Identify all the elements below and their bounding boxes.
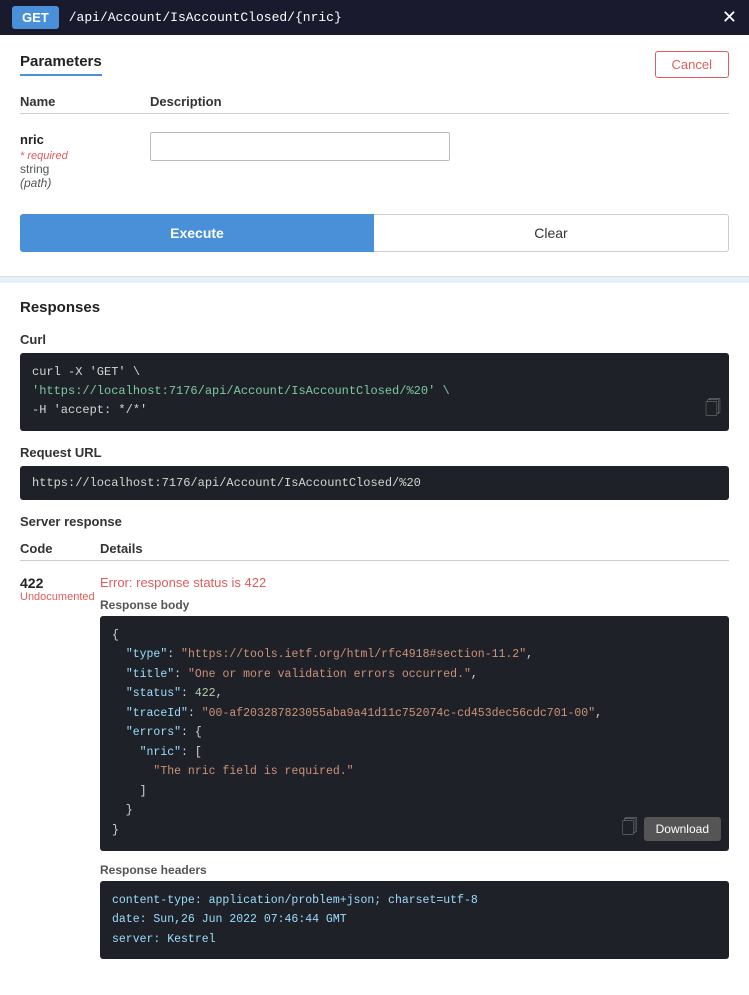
curl-line1: curl -X 'GET' \: [32, 365, 140, 379]
response-body-actions: 🗍 Download: [622, 815, 721, 842]
response-headers-label: Response headers: [100, 863, 729, 877]
execute-button[interactable]: Execute: [20, 214, 374, 252]
parameters-panel: Parameters Cancel Name Description nric …: [0, 35, 749, 277]
json-nric-value: "The nric field is required.": [112, 765, 354, 778]
json-errors-close: }: [112, 804, 133, 817]
download-button[interactable]: Download: [644, 817, 721, 841]
col-code-header: Code: [20, 541, 100, 556]
json-traceid-key: "traceId": "00-af203287823055aba9a41d11c…: [112, 707, 602, 720]
col-description-header: Description: [150, 94, 729, 109]
curl-copy-icon[interactable]: 🗍: [705, 397, 721, 423]
response-row-422: 422 Undocumented Error: response status …: [20, 569, 729, 966]
header-left: GET /api/Account/IsAccountClosed/{nric}: [12, 6, 342, 29]
col-details-header: Details: [100, 541, 729, 556]
json-close-brace: }: [112, 824, 119, 837]
response-details-block: Error: response status is 422 Response b…: [100, 575, 729, 960]
json-open-brace: {: [112, 629, 119, 642]
param-name-block: nric * required string (path): [20, 132, 150, 190]
request-url-value: https://localhost:7176/api/Account/IsAcc…: [20, 466, 729, 500]
params-header-row: Name Description: [20, 90, 729, 114]
header-server: server: Kestrel: [112, 930, 717, 950]
request-url-label: Request URL: [20, 445, 729, 460]
curl-code-block: curl -X 'GET' \ 'https://localhost:7176/…: [20, 353, 729, 431]
response-copy-icon[interactable]: 🗍: [622, 815, 638, 842]
header-bar: GET /api/Account/IsAccountClosed/{nric} …: [0, 0, 749, 35]
clear-button[interactable]: Clear: [374, 214, 729, 252]
header-content-type: content-type: application/problem+json; …: [112, 891, 717, 911]
response-body-label: Response body: [100, 598, 729, 612]
curl-label: Curl: [20, 332, 729, 347]
response-code-desc: Undocumented: [20, 591, 100, 603]
responses-title: Responses: [20, 299, 729, 316]
nric-input[interactable]: [150, 132, 450, 161]
param-type: string: [20, 162, 150, 176]
json-type-key: "type": "https://tools.ietf.org/html/rfc…: [112, 648, 533, 661]
error-message: Error: response status is 422: [100, 575, 729, 590]
parameters-header: Parameters Cancel: [20, 51, 729, 78]
curl-block: Curl curl -X 'GET' \ 'https://localhost:…: [20, 332, 729, 431]
request-url-block: Request URL https://localhost:7176/api/A…: [20, 445, 729, 500]
endpoint-path: /api/Account/IsAccountClosed/{nric}: [69, 10, 342, 25]
param-input-block: [150, 132, 729, 161]
param-required-label: * required: [20, 150, 68, 162]
action-buttons: Execute Clear: [20, 214, 729, 252]
param-name: nric: [20, 132, 150, 147]
json-nric-key: "nric": [: [112, 746, 202, 759]
responses-section: Responses Curl curl -X 'GET' \ 'https://…: [0, 283, 749, 995]
method-badge: GET: [12, 6, 59, 29]
server-response-label: Server response: [20, 514, 729, 529]
parameters-table: Name Description nric * required string …: [20, 90, 729, 198]
curl-line3: -H 'accept: */*': [32, 403, 147, 417]
json-title-key: "title": "One or more validation errors …: [112, 668, 478, 681]
param-row-nric: nric * required string (path): [20, 124, 729, 198]
json-status-key: "status": 422,: [112, 687, 222, 700]
json-nric-close: ]: [112, 785, 147, 798]
response-code-block: 422 Undocumented: [20, 575, 100, 603]
json-errors-key: "errors": {: [112, 726, 202, 739]
response-code-value: 422: [20, 575, 100, 591]
parameters-title: Parameters: [20, 53, 102, 76]
response-table-header: Code Details: [20, 537, 729, 561]
param-location: (path): [20, 176, 150, 190]
header-date: date: Sun,26 Jun 2022 07:46:44 GMT: [112, 910, 717, 930]
response-body-code: { "type": "https://tools.ietf.org/html/r…: [100, 616, 729, 851]
collapse-icon[interactable]: ✕: [722, 7, 737, 28]
curl-line2: 'https://localhost:7176/api/Account/IsAc…: [32, 384, 450, 398]
cancel-button[interactable]: Cancel: [655, 51, 729, 78]
col-name-header: Name: [20, 94, 150, 109]
server-response-block: Server response Code Details 422 Undocum…: [20, 514, 729, 966]
response-headers-code: content-type: application/problem+json; …: [100, 881, 729, 960]
